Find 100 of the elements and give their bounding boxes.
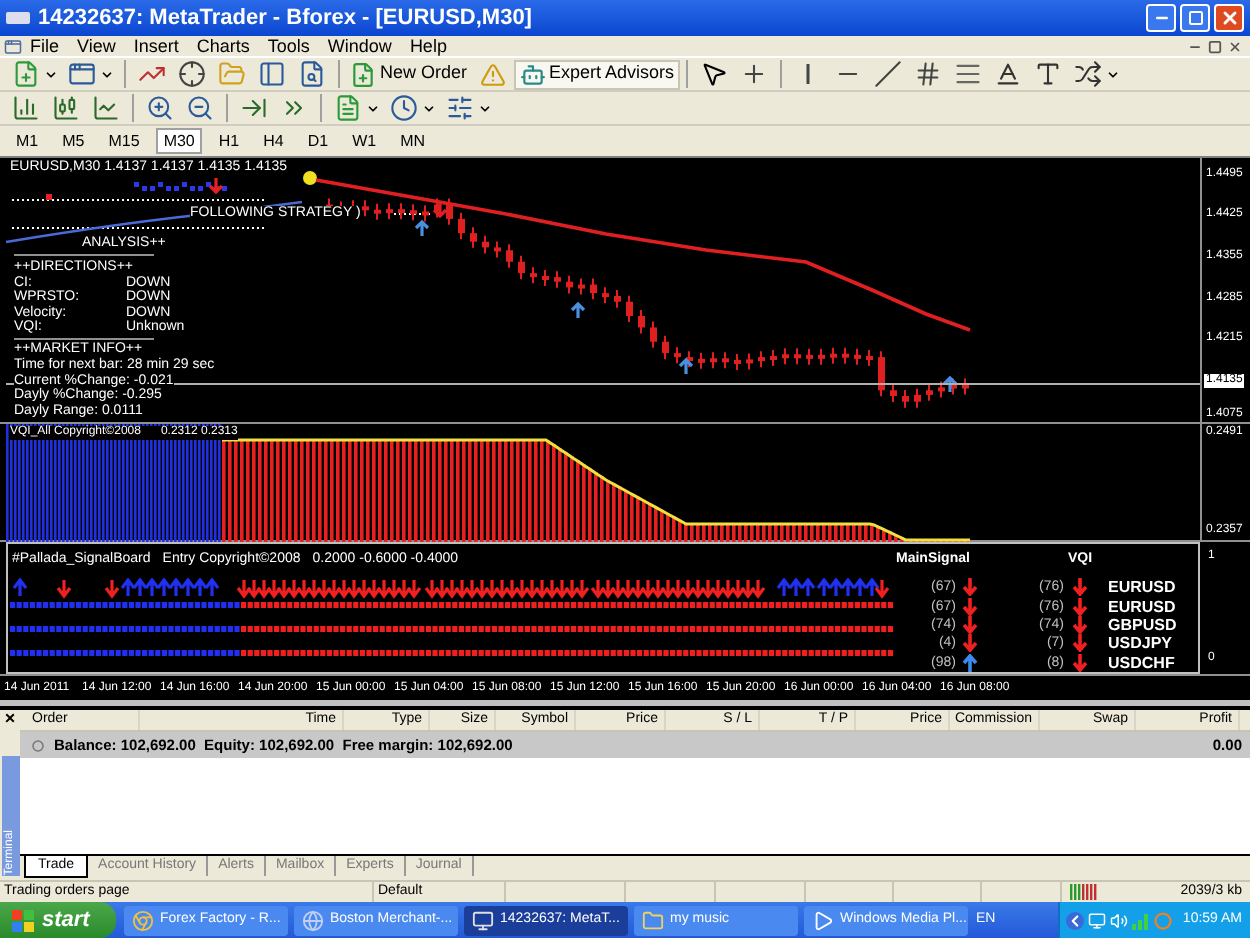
minimize-button[interactable] — [1146, 4, 1176, 32]
candle — [386, 202, 393, 221]
lines-icon[interactable] — [954, 60, 983, 88]
caret-icon[interactable] — [478, 101, 492, 115]
maximize-button[interactable] — [1180, 4, 1210, 32]
start-button[interactable]: start — [0, 902, 116, 938]
candle — [866, 349, 873, 367]
grid-icon[interactable] — [914, 60, 943, 88]
chart-window-icon[interactable] — [4, 37, 22, 55]
menu-item[interactable]: Help — [409, 35, 447, 57]
folder-icon — [642, 909, 664, 931]
sliders-icon[interactable] — [446, 94, 474, 122]
candle — [410, 203, 417, 222]
candle — [818, 347, 825, 366]
globe-icon — [302, 909, 324, 931]
network-icon[interactable] — [1088, 911, 1107, 929]
timeframe-button[interactable]: D1 — [299, 128, 337, 154]
menu-item[interactable]: Window — [327, 35, 392, 57]
zoom-in-icon[interactable] — [146, 94, 174, 122]
candle — [470, 226, 477, 249]
candle — [518, 254, 525, 281]
window-icon — [472, 909, 494, 931]
candle — [578, 277, 585, 296]
close-button[interactable] — [1214, 4, 1244, 32]
candle — [746, 352, 753, 371]
timeframe-button[interactable]: MN — [392, 128, 434, 154]
candle — [962, 377, 969, 396]
close-icon[interactable] — [1228, 39, 1242, 53]
timeframe-button[interactable]: H4 — [255, 128, 292, 154]
candle — [710, 351, 717, 370]
arrows-icon[interactable] — [1074, 60, 1103, 88]
timeframe-button[interactable]: M5 — [54, 128, 93, 154]
file-search-icon[interactable] — [298, 60, 326, 88]
candle — [758, 350, 765, 369]
timeframe-button[interactable]: H1 — [210, 128, 248, 154]
caret-icon[interactable] — [366, 101, 380, 115]
crosshair-icon[interactable] — [178, 60, 206, 88]
expert-advisors-button[interactable]: Expert Advisors — [513, 59, 681, 89]
candle — [734, 353, 741, 371]
zoom-out-icon[interactable] — [186, 94, 214, 122]
crosshair-icon[interactable] — [740, 60, 769, 88]
candlestick-icon[interactable] — [52, 94, 80, 122]
up-arrow-icon — [942, 375, 958, 394]
restore-icon[interactable] — [1208, 39, 1222, 53]
candle — [590, 277, 597, 301]
candle — [662, 334, 669, 361]
candle — [914, 387, 921, 409]
close-button[interactable]: × — [4, 710, 16, 728]
new-order-button[interactable]: New Order — [346, 59, 472, 89]
timeframe-button[interactable]: M15 — [100, 128, 148, 154]
window-title: 14232637: MetaTrader - Bforex - [EURUSD,M30] — [38, 3, 532, 34]
cursor-icon[interactable] — [700, 60, 729, 88]
menu-item[interactable]: Tools — [267, 35, 310, 57]
diagonal-line-icon[interactable] — [874, 60, 903, 88]
candle — [638, 309, 645, 335]
candle — [686, 350, 693, 369]
clock-icon[interactable] — [390, 94, 418, 122]
chart-shift-icon[interactable] — [240, 94, 268, 122]
candle — [782, 347, 789, 366]
menu-item[interactable]: File — [30, 35, 60, 57]
candle — [554, 270, 561, 289]
play-icon — [812, 909, 834, 931]
caret-icon[interactable] — [1106, 67, 1121, 81]
file-plus-icon — [350, 61, 376, 87]
speaker-icon[interactable] — [1110, 911, 1129, 929]
line-chart-icon[interactable] — [92, 94, 120, 122]
candle — [482, 234, 489, 255]
text-icon[interactable] — [994, 60, 1023, 88]
candle — [674, 346, 681, 365]
menu-item[interactable]: Charts — [196, 35, 250, 57]
candle — [362, 199, 369, 218]
caret-icon[interactable] — [422, 101, 436, 115]
up-arrow-icon — [570, 301, 586, 320]
candle — [446, 197, 453, 226]
currency-pair: GBPUSD — [1108, 615, 1177, 634]
connection-meter-icon — [1070, 884, 1098, 900]
dotted-line — [393, 213, 431, 215]
candle — [422, 204, 429, 223]
bar-chart-icon[interactable] — [12, 94, 40, 122]
candle — [854, 347, 861, 366]
window-icon[interactable] — [68, 60, 96, 88]
timeframe-button[interactable]: M30 — [155, 128, 203, 154]
timeframe-button[interactable]: M1 — [8, 128, 47, 154]
close-icon — [1219, 8, 1239, 28]
up-arrow-icon — [678, 357, 694, 376]
candle — [566, 274, 573, 295]
text-box-icon[interactable] — [1034, 60, 1063, 88]
currency-pair: USDJPY — [1108, 634, 1173, 653]
timeframe-button[interactable]: W1 — [344, 128, 385, 154]
down-arrow-icon — [432, 200, 448, 219]
caret-icon[interactable] — [100, 67, 114, 81]
candle — [398, 202, 405, 221]
chevron-left-icon[interactable] — [1066, 911, 1085, 929]
menu-item[interactable]: View — [77, 35, 116, 57]
circle-icon — [32, 739, 44, 751]
menu-item[interactable]: Insert — [133, 35, 179, 57]
caret-icon[interactable] — [44, 67, 58, 81]
browser-icon — [132, 909, 154, 931]
panel-icon[interactable] — [258, 60, 286, 88]
candle — [494, 240, 501, 259]
